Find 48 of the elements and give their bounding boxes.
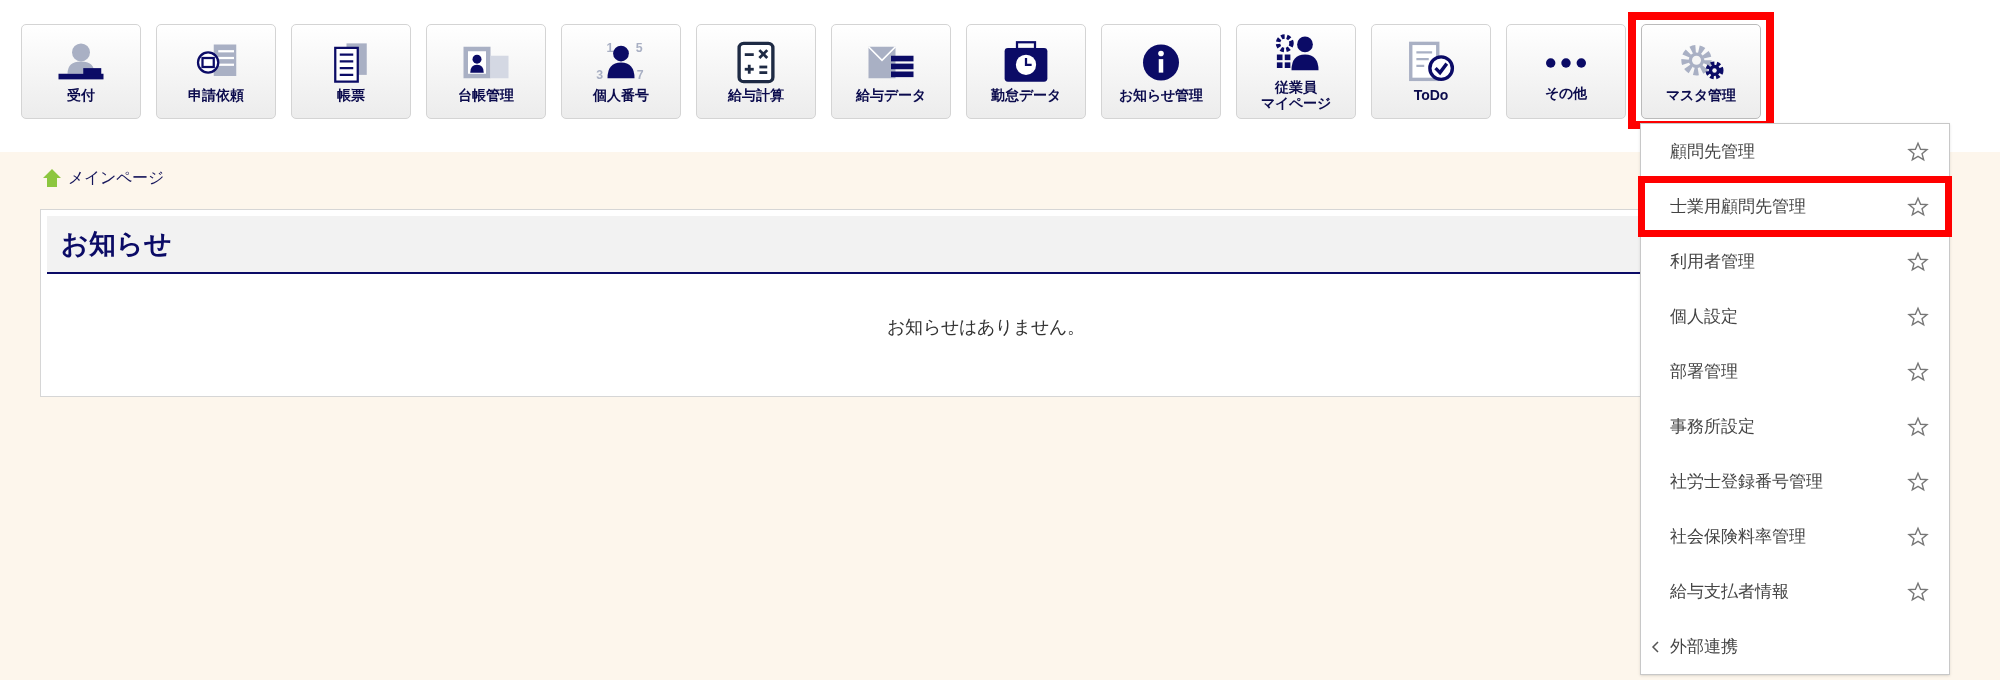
toolbar-button[interactable]: お知らせ管理: [1101, 24, 1221, 119]
menu-item[interactable]: 利用者管理: [1641, 234, 1949, 289]
toolbar-button[interactable]: 申請依頼: [156, 24, 276, 119]
star-icon[interactable]: [1907, 140, 1929, 163]
menu-item-label: 個人設定: [1670, 305, 1739, 328]
star-icon[interactable]: [1907, 415, 1929, 438]
menu-item-label: 利用者管理: [1670, 250, 1756, 273]
menu-item-label: 社会保険料率管理: [1670, 525, 1807, 548]
star-icon[interactable]: [1907, 250, 1929, 273]
star-icon[interactable]: [1907, 580, 1929, 603]
toolbar-button[interactable]: 給与計算: [696, 24, 816, 119]
home-icon: [42, 168, 62, 188]
star-icon[interactable]: [1907, 470, 1929, 493]
toolbar-button[interactable]: その他: [1506, 24, 1626, 119]
menu-item[interactable]: 社労士登録番号管理: [1641, 454, 1949, 509]
menu-item-label: 事務所設定: [1670, 415, 1756, 438]
menu-item-label: 外部連携: [1670, 635, 1739, 658]
menu-item-label: 社労士登録番号管理: [1670, 470, 1824, 493]
toolbar-button[interactable]: 給与データ: [831, 24, 951, 119]
breadcrumb-link[interactable]: メインページ: [68, 166, 164, 190]
menu-item-label: 部署管理: [1670, 360, 1739, 383]
empty-message: お知らせはありません。: [887, 316, 1085, 339]
menu-item[interactable]: 外部連携: [1641, 619, 1949, 674]
toolbar-button[interactable]: 受付: [21, 24, 141, 119]
menu-item[interactable]: 事務所設定: [1641, 399, 1949, 454]
menu-item-label: 顧問先管理: [1670, 140, 1756, 163]
toolbar-button[interactable]: ToDo: [1371, 24, 1491, 119]
toolbar-button[interactable]: マスタ管理: [1641, 24, 1761, 119]
toolbar-button[interactable]: 勤怠データ: [966, 24, 1086, 119]
star-icon[interactable]: [1907, 305, 1929, 328]
toolbar-button[interactable]: 従業員 マイページ: [1236, 24, 1356, 119]
menu-item[interactable]: 士業用顧問先管理: [1641, 179, 1949, 234]
menu-item[interactable]: 給与支払者情報: [1641, 564, 1949, 619]
star-icon[interactable]: [1907, 360, 1929, 383]
toolbar-button[interactable]: 帳票: [291, 24, 411, 119]
panel-title: お知らせ: [61, 227, 172, 261]
menu-item-label: 士業用顧問先管理: [1670, 195, 1807, 218]
menu-item[interactable]: 部署管理: [1641, 344, 1949, 399]
star-icon[interactable]: [1907, 525, 1929, 548]
toolbar-button[interactable]: 1 5 3 7 個人番号: [561, 24, 681, 119]
menu-item[interactable]: 顧問先管理: [1641, 124, 1949, 179]
more-icon: [1546, 57, 1586, 68]
menu-item[interactable]: 個人設定: [1641, 289, 1949, 344]
toolbar-button[interactable]: 台帳管理: [426, 24, 546, 119]
menu-item-label: 給与支払者情報: [1670, 580, 1790, 603]
chevron-left-icon: [1650, 639, 1662, 654]
star-icon[interactable]: [1907, 195, 1929, 218]
menu-item[interactable]: 社会保険料率管理: [1641, 509, 1949, 564]
